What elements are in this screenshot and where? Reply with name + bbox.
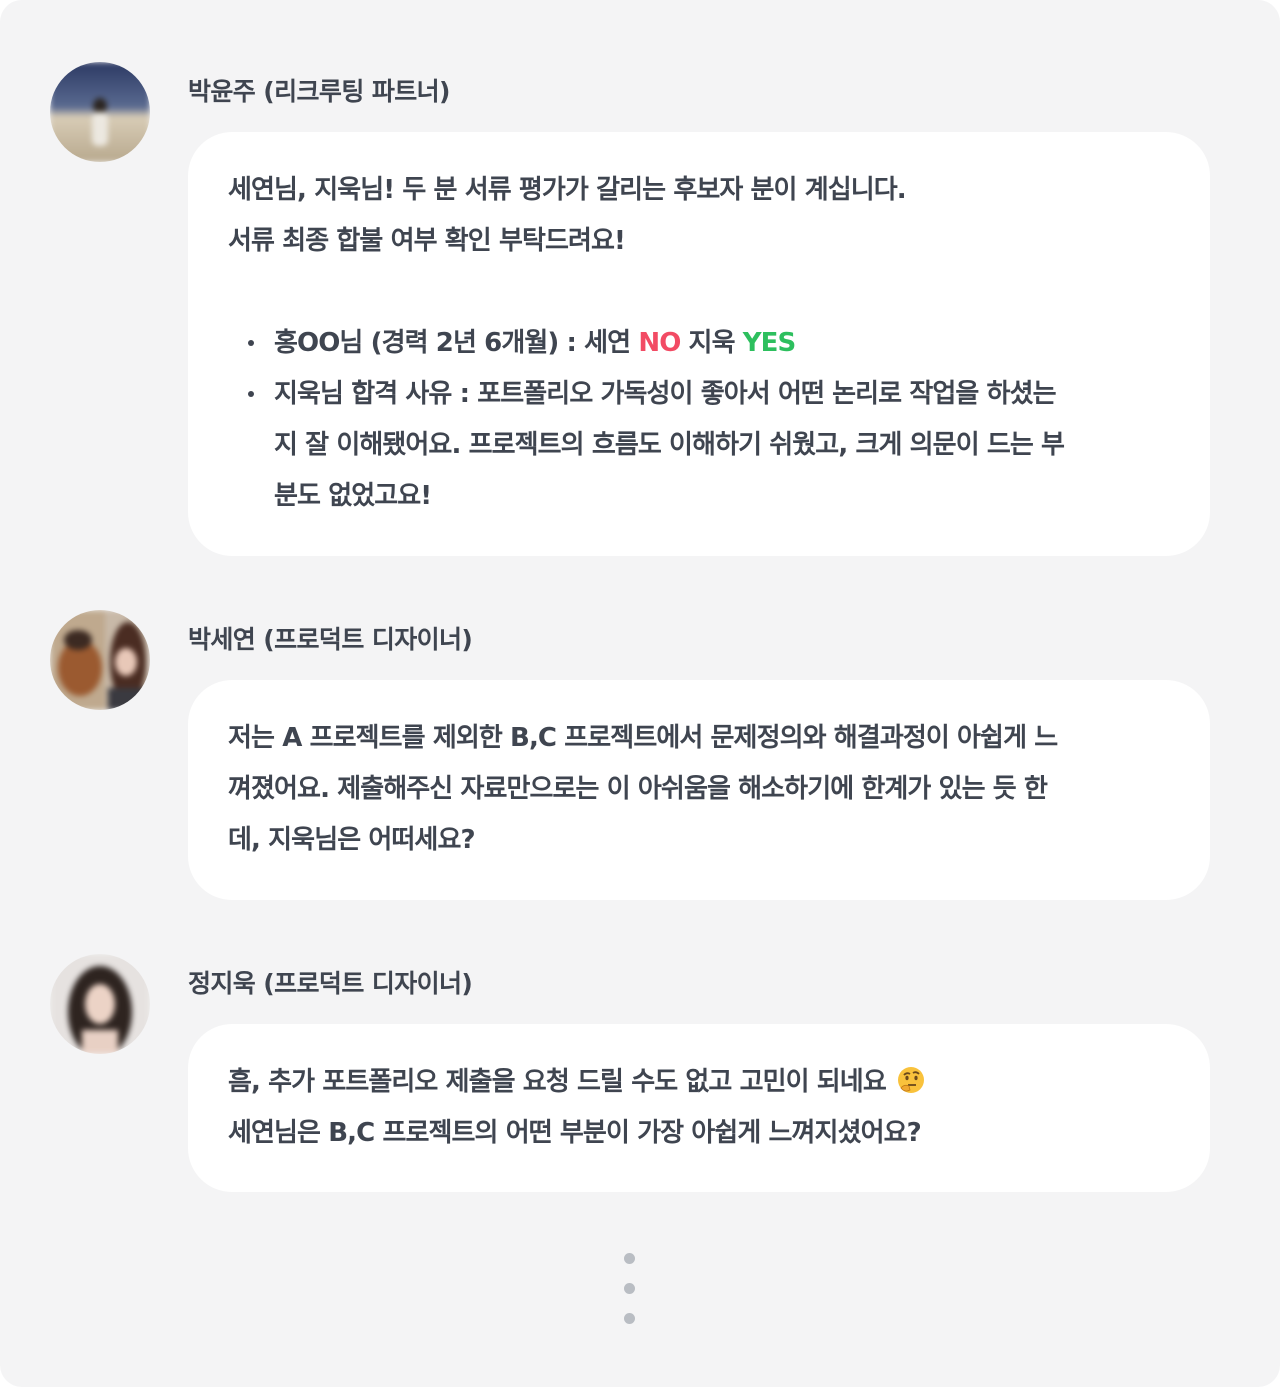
avatar[interactable] (50, 62, 150, 162)
bullet-line: 지 잘 이해됐어요. 프로젝트의 흐름도 이해하기 쉬웠고, 크게 의문이 드는… (274, 430, 1065, 460)
message-bubble: 저는 A 프로젝트를 제외한 B,C 프로젝트에서 문제정의와 해결과정이 아쉽… (188, 680, 1210, 900)
chat-thread: 박윤주 (리크루팅 파트너) 세연님, 지욱님! 두 분 서류 평가가 갈리는 … (0, 0, 1280, 1387)
message-line: 서류 최종 합불 여부 확인 부탁드려요! (228, 226, 626, 256)
message-line: 껴졌어요. 제출해주신 자료만으로는 이 아쉬움을 해소하기에 한계가 있는 듯… (228, 774, 1048, 804)
message-line: 세연님은 B,C 프로젝트의 어떤 부분이 가장 아쉽게 느껴지셨어요? (228, 1118, 922, 1148)
bullet-dot-icon (248, 391, 254, 397)
author-name: 박세연 (프로덕트 디자이너) (188, 625, 473, 654)
verdict-no: NO (638, 328, 681, 358)
bullet-dot-icon (248, 340, 254, 346)
message-line: 세연님, 지욱님! 두 분 서류 평가가 갈리는 후보자 분이 계십니다. (228, 175, 907, 205)
message-line: 흠, 추가 포트폴리오 제출을 요청 드릴 수도 없고 고민이 되네요 (228, 1057, 1170, 1108)
message-line: 저는 A 프로젝트를 제외한 B,C 프로젝트에서 문제정의와 해결과정이 아쉽… (228, 723, 1058, 753)
avatar[interactable] (50, 954, 150, 1054)
message-bubble: 세연님, 지욱님! 두 분 서류 평가가 갈리는 후보자 분이 계십니다. 서류… (188, 132, 1210, 556)
ellipsis-dot (624, 1253, 635, 1264)
verdict-yes: YES (742, 328, 797, 358)
bullet-line: 지욱님 합격 사유 : 포트폴리오 가독성이 좋아서 어떤 논리로 작업을 하셨… (274, 379, 1057, 409)
thinking-face-icon (898, 1067, 924, 1093)
avatar-photo-portrait (50, 954, 150, 1054)
author-name: 박윤주 (리크루팅 파트너) (188, 77, 450, 106)
bullet-item-evaluation: 홍OO님 (경력 2년 6개월) : 세연 NO 지욱 YES (234, 318, 1170, 369)
author-name: 정지욱 (프로덕트 디자이너) (188, 969, 473, 998)
bullet-text: 지욱 (680, 328, 743, 358)
bullet-line: 분도 없었고요! (274, 481, 432, 511)
message-text: 흠, 추가 포트폴리오 제출을 요청 드릴 수도 없고 고민이 되네요 (228, 1067, 887, 1097)
bullet-text: 홍OO님 (경력 2년 6개월) : 세연 (274, 328, 639, 358)
vertical-ellipsis-icon[interactable] (624, 1253, 636, 1343)
message-line: 데, 지욱님은 어떠세요? (228, 825, 476, 855)
ellipsis-dot (624, 1283, 635, 1294)
message-bubble: 흠, 추가 포트폴리오 제출을 요청 드릴 수도 없고 고민이 되네요 세연님은… (188, 1024, 1210, 1192)
bullet-item-reason: 지욱님 합격 사유 : 포트폴리오 가독성이 좋아서 어떤 논리로 작업을 하셨… (234, 369, 1170, 522)
bullet-list: 홍OO님 (경력 2년 6개월) : 세연 NO 지욱 YES 지욱님 합격 사… (234, 318, 1170, 522)
ellipsis-dot (624, 1313, 635, 1324)
avatar-photo-toy (50, 610, 150, 710)
avatar-photo-beach (50, 62, 150, 162)
avatar[interactable] (50, 610, 150, 710)
